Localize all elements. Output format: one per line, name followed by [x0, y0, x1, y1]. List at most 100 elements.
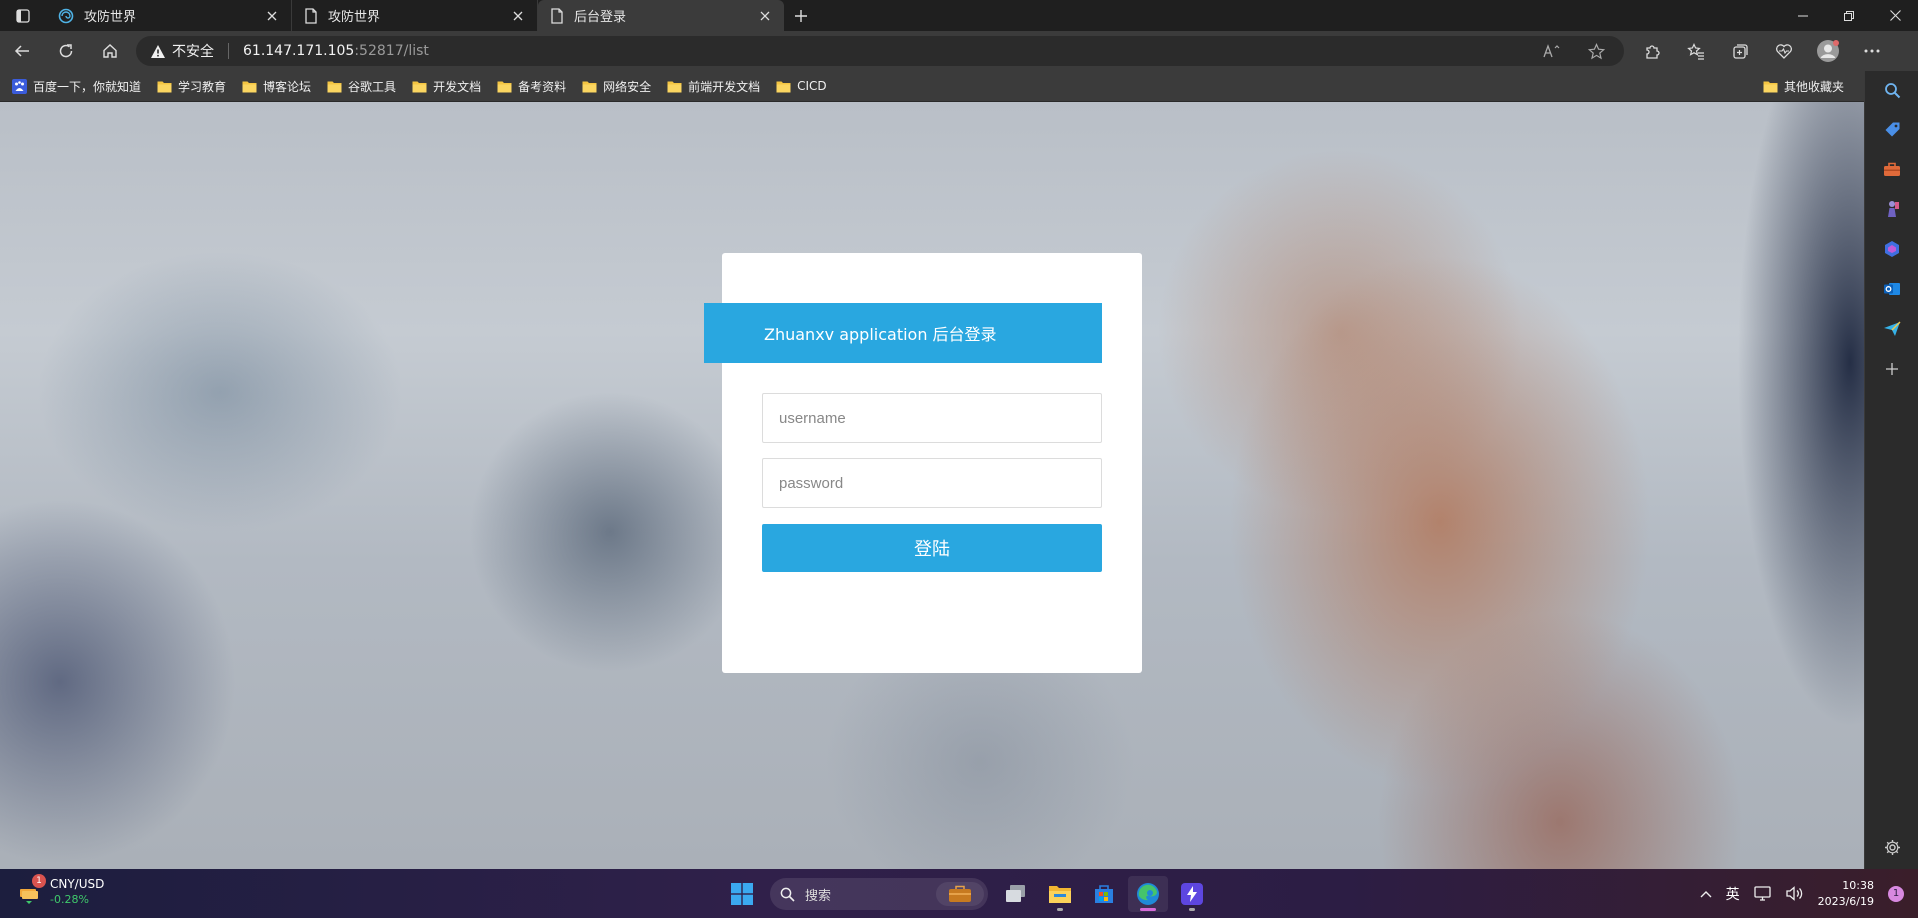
- folder-icon: [497, 81, 512, 92]
- start-button[interactable]: [722, 876, 762, 912]
- search-label: 搜索: [805, 888, 832, 904]
- bookmark-folder[interactable]: 谷歌工具: [327, 78, 396, 95]
- username-input[interactable]: [762, 393, 1102, 443]
- ime-indicator[interactable]: 英: [1726, 884, 1740, 904]
- currency-widget[interactable]: 1 CNY/USD -0.28%: [18, 874, 104, 908]
- extensions-button[interactable]: [1630, 31, 1674, 71]
- bookmark-folder[interactable]: CICD: [776, 79, 827, 93]
- favorites-list-icon: [1687, 42, 1704, 60]
- tab-2[interactable]: 攻防世界: [292, 0, 538, 31]
- bookmark-folder[interactable]: 备考资料: [497, 78, 566, 95]
- favorite-star-button[interactable]: [1578, 36, 1614, 66]
- folder-icon: [412, 81, 427, 92]
- profile-button[interactable]: [1806, 31, 1850, 71]
- bookmark-label: CICD: [797, 79, 827, 93]
- window-controls: [1780, 0, 1918, 31]
- close-tab-button[interactable]: [756, 7, 774, 25]
- network-button[interactable]: [1753, 886, 1772, 901]
- toolbox-icon: [1884, 162, 1900, 176]
- volume-button[interactable]: [1785, 886, 1804, 901]
- notification-badge[interactable]: 1: [1888, 885, 1904, 902]
- browser-essentials-button[interactable]: [1762, 31, 1806, 71]
- plus-icon: [795, 9, 807, 22]
- tab-strip: 攻防世界 攻防世界 后台登录: [0, 0, 1918, 31]
- heart-pulse-icon: [1776, 44, 1792, 59]
- paper-plane-icon: [1884, 321, 1901, 336]
- windows-taskbar: 1 CNY/USD -0.28% 搜索 英 10:38 2023/6/19 1: [0, 869, 1918, 918]
- bookmark-folder[interactable]: 博客论坛: [242, 78, 311, 95]
- tab-actions-button[interactable]: [0, 0, 46, 31]
- globe-swirl-icon: [58, 8, 74, 23]
- new-tab-button[interactable]: [784, 0, 818, 31]
- other-bookmarks-folder[interactable]: 其他收藏夹: [1763, 78, 1844, 95]
- toolbar-right: [1630, 31, 1894, 71]
- clock-time: 10:38: [1842, 878, 1874, 892]
- store-bag-icon: [1095, 885, 1113, 903]
- running-indicator: [1140, 908, 1156, 911]
- close-window-button[interactable]: [1872, 0, 1918, 31]
- back-button[interactable]: [0, 31, 44, 71]
- collections-button[interactable]: [1718, 31, 1762, 71]
- sidebar-settings-button[interactable]: [1865, 832, 1918, 862]
- refresh-button[interactable]: [44, 31, 88, 71]
- page-icon: [551, 7, 563, 24]
- tray-overflow-button[interactable]: [1700, 890, 1712, 898]
- bookmarks-bar: 百度一下，你就知道 学习教育 博客论坛 谷歌工具 开发文档 备考资料 网络安全 …: [0, 71, 1864, 102]
- edge-taskbar-button[interactable]: [1128, 876, 1168, 912]
- minimize-button[interactable]: [1780, 0, 1826, 31]
- close-icon: [1889, 10, 1901, 21]
- briefcase-icon: [949, 885, 971, 902]
- login-title: Zhuanxv application 后台登录: [704, 303, 1102, 363]
- sidebar-search-button[interactable]: [1865, 75, 1918, 105]
- tab-actions-icon: [16, 8, 30, 23]
- url-text[interactable]: 61.147.171.105:52817/list: [243, 43, 1526, 59]
- sidebar-office-button[interactable]: [1865, 234, 1918, 264]
- bookmark-item[interactable]: 百度一下，你就知道: [12, 78, 141, 95]
- address-separator: [228, 43, 229, 59]
- folder-icon: [1049, 886, 1071, 903]
- read-aloud-button[interactable]: [1534, 36, 1570, 66]
- home-button[interactable]: [88, 31, 132, 71]
- minimize-icon: [1798, 15, 1808, 16]
- password-input[interactable]: [762, 458, 1102, 508]
- file-explorer-button[interactable]: [1040, 876, 1080, 912]
- tab-1[interactable]: 攻防世界: [46, 0, 292, 31]
- chevron-up-icon: [1700, 890, 1712, 897]
- avatar-icon: [1817, 40, 1839, 62]
- sidebar-tools-button[interactable]: [1865, 154, 1918, 184]
- arrow-left-icon: [14, 45, 29, 57]
- store-button[interactable]: [1084, 876, 1124, 912]
- bookmark-label: 备考资料: [518, 79, 567, 94]
- favorites-button[interactable]: [1674, 31, 1718, 71]
- security-indicator[interactable]: 不安全: [150, 41, 214, 61]
- widget-text: CNY/USD -0.28%: [50, 876, 104, 908]
- sidebar-outlook-button[interactable]: [1865, 274, 1918, 304]
- settings-more-button[interactable]: [1850, 31, 1894, 71]
- page-viewport: Zhuanxv application 后台登录 登陆: [0, 102, 1864, 869]
- sidebar-send-button[interactable]: [1865, 314, 1918, 344]
- task-view-button[interactable]: [996, 876, 1036, 912]
- sidebar-games-button[interactable]: [1865, 194, 1918, 224]
- browser-toolbar: 不安全 61.147.171.105:52817/list: [0, 31, 1918, 71]
- address-bar[interactable]: 不安全 61.147.171.105:52817/list: [136, 36, 1624, 66]
- close-tab-button[interactable]: [263, 7, 281, 25]
- bookmark-label: 百度一下，你就知道: [33, 79, 142, 94]
- tag-icon: [1885, 122, 1899, 136]
- tab-3-active[interactable]: 后台登录: [538, 0, 784, 31]
- office-icon: [1885, 241, 1899, 257]
- search-highlight[interactable]: [936, 882, 984, 906]
- restore-button[interactable]: [1826, 0, 1872, 31]
- plus-icon: [1886, 363, 1898, 375]
- sidebar-add-button[interactable]: [1865, 354, 1918, 384]
- tab-title: 后台登录: [574, 10, 627, 25]
- taskbar-search[interactable]: 搜索: [770, 878, 988, 910]
- sidebar-shopping-button[interactable]: [1865, 114, 1918, 144]
- bookmark-folder[interactable]: 开发文档: [412, 78, 481, 95]
- app-taskbar-button[interactable]: [1172, 876, 1212, 912]
- bookmark-folder[interactable]: 网络安全: [582, 78, 651, 95]
- bookmark-folder[interactable]: 学习教育: [157, 78, 226, 95]
- login-button[interactable]: 登陆: [762, 524, 1102, 572]
- close-tab-button[interactable]: [509, 7, 527, 25]
- bookmark-folder[interactable]: 前端开发文档: [667, 78, 760, 95]
- system-clock[interactable]: 10:38 2023/6/19: [1818, 878, 1874, 910]
